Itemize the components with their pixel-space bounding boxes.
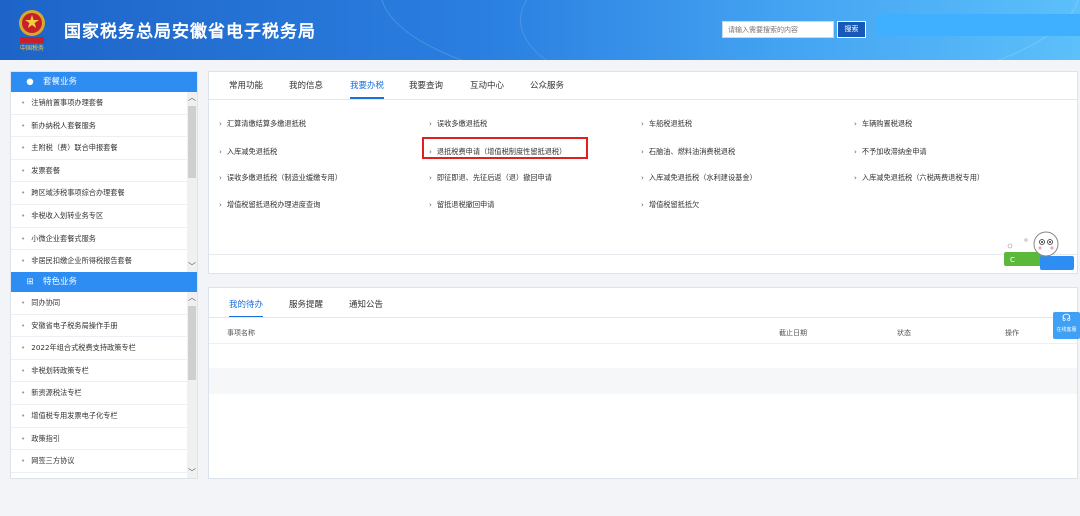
sidebar-item[interactable]: • 同办协同 <box>11 292 188 315</box>
headset-icon: ☊ <box>1062 313 1071 324</box>
function-link[interactable]: › 增值税留抵退税办理进度查询 <box>219 200 320 210</box>
sidebar-item[interactable]: • 新办纳税人套餐服务 <box>11 115 188 138</box>
tax-emblem-icon: 中国税务 <box>19 10 45 52</box>
search-button[interactable]: 搜索 <box>837 21 866 38</box>
function-link[interactable]: › 汇算清缴结算多缴退抵税 <box>219 119 306 129</box>
tab-query[interactable]: 我要查询 <box>409 77 443 99</box>
sidebar-item[interactable]: • 注销前置事项办理套餐 <box>11 92 188 115</box>
function-link[interactable]: › 入库减免退抵税（水利建设基金） <box>641 173 757 183</box>
tab-my-todo[interactable]: 我的待办 <box>229 296 264 318</box>
function-link[interactable]: › 误收多缴退抵税 <box>429 119 487 129</box>
grid-icon: ⊞ <box>26 277 34 287</box>
sidebar-item[interactable]: • 小微企业套餐式服务 <box>11 228 188 251</box>
function-link[interactable]: › 车船税退抵税 <box>641 119 692 129</box>
tab-public-service[interactable]: 公众服务 <box>530 77 564 99</box>
site-title: 国家税务总局安徽省电子税务局 <box>64 22 316 42</box>
sidebar-item[interactable]: • 跨区域涉税事项综合办理套餐 <box>11 182 188 205</box>
section-title: 特色业务 <box>43 277 78 287</box>
emblem-caption: 中国税务 <box>20 44 44 52</box>
sidebar-item[interactable]: • 2022年组合式税费支持政策专栏 <box>11 337 188 360</box>
function-link[interactable]: › 留抵退税撤回申请 <box>429 200 494 210</box>
function-link[interactable]: › 入库减免退抵税 <box>219 147 277 157</box>
svg-text:C: C <box>1010 256 1015 264</box>
sidebar-item[interactable]: • 非税划转政策专栏 <box>11 360 188 383</box>
user-info-area[interactable] <box>876 14 1080 36</box>
package-icon: ● <box>26 77 34 87</box>
tab-announcement[interactable]: 通知公告 <box>349 296 383 318</box>
sidebar-item[interactable]: • 非税收入划转业务专区 <box>11 205 188 228</box>
function-link[interactable]: › 车辆购置税退税 <box>854 119 912 129</box>
sidebar-item[interactable]: • 政策指引 <box>11 428 188 451</box>
chevron-up-icon[interactable]: ︿ <box>187 292 197 303</box>
tab-service-reminder[interactable]: 服务提醒 <box>289 296 323 318</box>
section-title: 套餐业务 <box>43 77 78 87</box>
sidebar-item[interactable]: • 网签三方协议 <box>11 450 188 473</box>
scroll-thumb[interactable] <box>188 106 196 178</box>
scroll-thumb[interactable] <box>188 306 196 381</box>
function-link[interactable]: › 即征即退、先征后返（退）撤回申请 <box>429 173 552 183</box>
tab-common[interactable]: 常用功能 <box>229 77 263 99</box>
sidebar-section-package[interactable]: ● 套餐业务 <box>11 72 197 92</box>
table-header: 事项名称 截止日期 状态 操作 <box>209 323 1077 343</box>
package-list: • 注销前置事项办理套餐 • 新办纳税人套餐服务 • 主附税（费）联合申报套餐 • 发票… <box>11 92 197 272</box>
column-header-status: 状态 <box>897 329 911 337</box>
column-header-deadline: 截止日期 <box>779 329 807 337</box>
function-link[interactable]: › 增值税留抵抵欠 <box>641 200 699 210</box>
tab-interaction[interactable]: 互动中心 <box>470 77 504 99</box>
online-service-label: 在线客服 <box>1056 327 1077 333</box>
function-link[interactable]: › 石脑油、燃料油消费税退税 <box>641 147 735 157</box>
search-input[interactable] <box>722 21 834 38</box>
header-divider <box>209 343 1077 344</box>
tab-divider <box>209 99 1077 100</box>
tab-divider <box>209 317 1077 318</box>
chevron-up-icon[interactable]: ︿ <box>187 92 197 103</box>
sidebar: ● 套餐业务 • 注销前置事项办理套餐 • 新办纳税人套餐服务 • 主附税（费）联合申报… <box>10 71 198 479</box>
site-header: 中国税务 国家税务总局安徽省电子税务局 搜索 <box>0 0 1080 60</box>
highlight-box <box>422 137 588 159</box>
chevron-down-icon[interactable]: ﹀ <box>187 261 197 272</box>
todo-panel: 我的待办 服务提醒 通知公告 事项名称 截止日期 状态 操作 <box>208 287 1078 479</box>
sidebar-item[interactable]: • 安徽省电子税务局操作手册 <box>11 315 188 338</box>
featured-list: • 同办协同 • 安徽省电子税务局操作手册 • 2022年组合式税费支持政策专栏 • 非… <box>11 292 197 478</box>
tab-tax-handling[interactable]: 我要办税 <box>350 77 385 99</box>
function-link[interactable]: › 入库减免退抵税（六税两费退税专用） <box>854 173 984 183</box>
online-service-button[interactable]: ☊ 在线客服 <box>1053 312 1080 339</box>
empty-row <box>209 368 1077 394</box>
sidebar-item[interactable]: • 发票套餐 <box>11 160 188 183</box>
sidebar-item[interactable]: • 增值税专用发票电子化专栏 <box>11 405 188 428</box>
tab-my-info[interactable]: 我的信息 <box>289 77 323 99</box>
panel-divider <box>209 254 1077 255</box>
sidebar-scrollbar[interactable]: ︿ ﹀ <box>187 292 197 478</box>
sidebar-section-featured[interactable]: ⊞ 特色业务 <box>11 272 197 292</box>
sidebar-item[interactable]: • 非居民扣缴企业所得税报告套餐 <box>11 250 188 272</box>
sidebar-item[interactable]: • 新资源税法专栏 <box>11 382 188 405</box>
function-panel: 常用功能 我的信息 我要办税 我要查询 互动中心 公众服务 › 汇算清缴结算多缴退… <box>208 71 1078 274</box>
column-header-item: 事项名称 <box>227 329 255 337</box>
sidebar-item[interactable]: • 主附税（费）联合申报套餐 <box>11 137 188 160</box>
sidebar-scrollbar[interactable]: ︿ ﹀ <box>187 92 197 272</box>
column-header-action: 操作 <box>1005 329 1019 337</box>
mascot-icon[interactable]: C <box>1002 228 1076 274</box>
chevron-down-icon[interactable]: ﹀ <box>187 467 197 478</box>
function-link[interactable]: › 误收多缴退抵税（制造业缓缴专用） <box>219 173 342 183</box>
function-link[interactable]: › 不予加收滞纳金申请 <box>854 147 927 157</box>
